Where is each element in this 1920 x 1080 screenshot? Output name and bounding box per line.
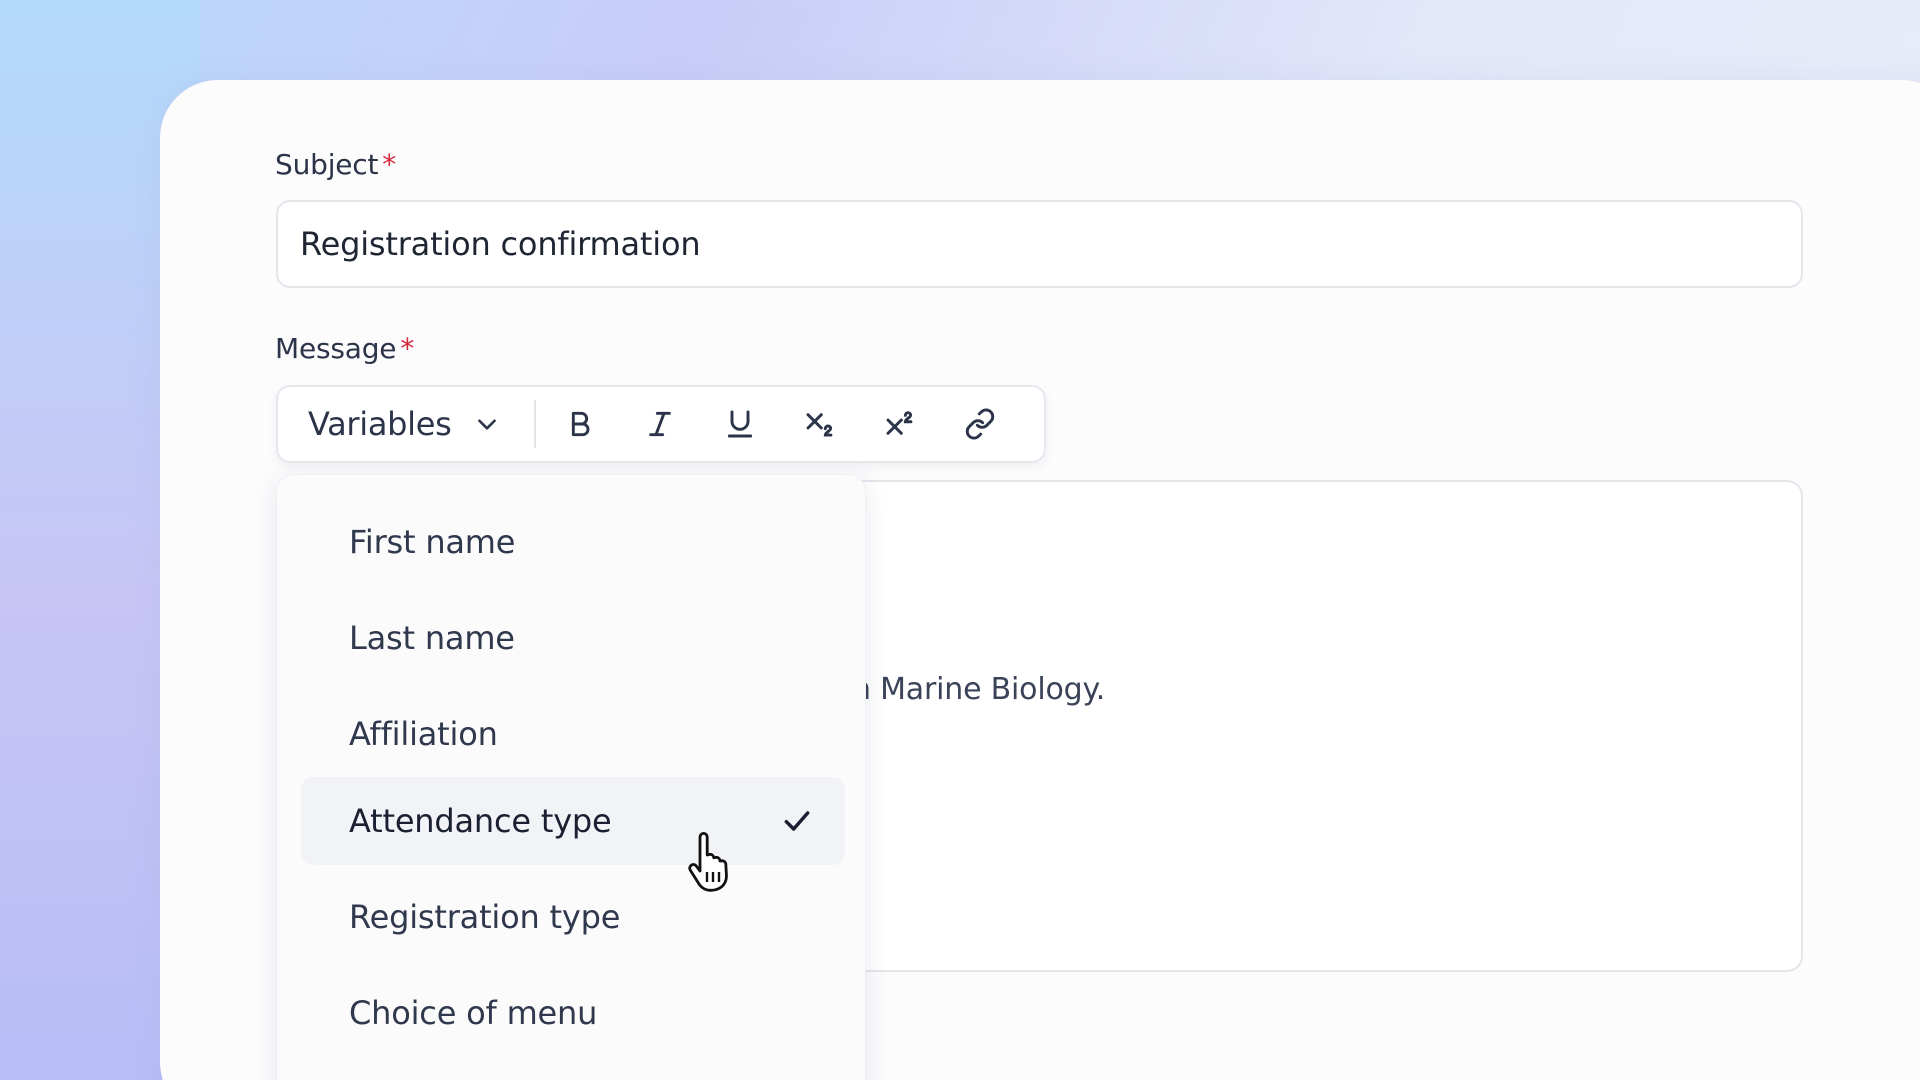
underline-icon [727, 410, 753, 438]
menu-item-first-name[interactable]: First name [301, 498, 845, 586]
link-button[interactable] [940, 394, 1020, 454]
hand-pointer-cursor-icon [688, 832, 728, 892]
superscript-icon [886, 411, 913, 435]
bold-button[interactable] [540, 394, 620, 454]
message-label-text: Message [275, 332, 397, 365]
required-marker: * [400, 332, 415, 365]
italic-icon [649, 411, 671, 437]
checkmark-icon [784, 811, 810, 831]
subscript-icon [806, 413, 833, 437]
superscript-button[interactable] [860, 394, 940, 454]
menu-item-label: First name [349, 523, 516, 561]
message-label: Message * [275, 332, 414, 365]
menu-item-label: Affiliation [349, 715, 498, 753]
menu-item-attendance-type[interactable]: Attendance type [301, 777, 845, 865]
toolbar-divider [534, 400, 536, 448]
bold-icon [571, 411, 590, 437]
required-marker: * [382, 148, 397, 181]
subject-label: Subject * [275, 148, 396, 181]
menu-item-label: Choice of menu [349, 994, 598, 1032]
subject-input[interactable]: Registration confirmation [276, 200, 1803, 288]
italic-button[interactable] [620, 394, 700, 454]
menu-item-last-name[interactable]: Last name [301, 594, 845, 682]
menu-item-label: Last name [349, 619, 515, 657]
menu-item-choice-of-menu[interactable]: Choice of menu [301, 969, 845, 1057]
menu-item-label: Registration type [349, 898, 621, 936]
subscript-button[interactable] [780, 394, 860, 454]
subject-label-text: Subject [275, 148, 379, 181]
menu-item-affiliation[interactable]: Affiliation [301, 690, 845, 778]
variables-label: Variables [308, 405, 452, 443]
variables-menu: First name Last name Affiliation Attenda… [276, 474, 866, 1080]
formatting-toolbar: Variables [276, 385, 1046, 463]
menu-item-registration-type[interactable]: Registration type [301, 873, 845, 961]
menu-item-label: Attendance type [349, 802, 612, 840]
underline-button[interactable] [700, 394, 780, 454]
link-icon [965, 408, 995, 440]
variables-dropdown-button[interactable]: Variables [278, 387, 534, 461]
chevron-down-icon [477, 419, 496, 430]
